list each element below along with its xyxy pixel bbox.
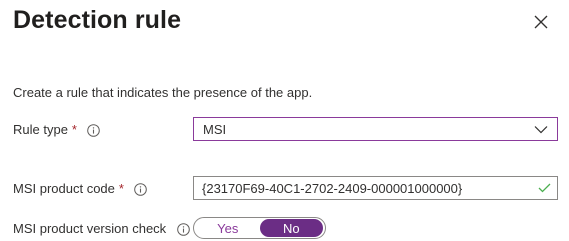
- close-icon: [534, 15, 548, 29]
- msi-product-code-input[interactable]: {23170F69-40C1-2702-2409-000001000000}: [193, 176, 558, 200]
- msi-product-code-label-group: MSI product code *: [13, 180, 148, 198]
- msi-version-check-label: MSI product version check: [13, 221, 167, 236]
- required-marker: *: [118, 181, 124, 196]
- rule-description: Create a rule that indicates the presenc…: [13, 85, 313, 100]
- toggle-option-no[interactable]: No: [259, 219, 323, 237]
- chevron-down-icon: [534, 125, 548, 134]
- msi-version-check-toggle[interactable]: Yes No: [193, 217, 326, 239]
- msi-product-code-value: {23170F69-40C1-2702-2409-000001000000}: [202, 180, 463, 196]
- rule-type-label: Rule type: [13, 122, 68, 137]
- close-button[interactable]: [530, 11, 552, 33]
- info-icon[interactable]: [134, 182, 148, 196]
- rule-type-label-group: Rule type *: [13, 121, 101, 139]
- toggle-option-yes[interactable]: Yes: [196, 219, 260, 237]
- info-icon[interactable]: [176, 222, 190, 236]
- rule-type-dropdown[interactable]: MSI: [193, 117, 558, 141]
- required-marker: *: [71, 122, 77, 137]
- msi-version-check-label-group: MSI product version check: [13, 220, 190, 238]
- checkmark-icon: [538, 183, 551, 193]
- panel-title: Detection rule: [13, 6, 182, 34]
- msi-product-code-label: MSI product code: [13, 181, 115, 196]
- rule-type-selected-value: MSI: [203, 121, 227, 137]
- info-icon[interactable]: [87, 123, 101, 137]
